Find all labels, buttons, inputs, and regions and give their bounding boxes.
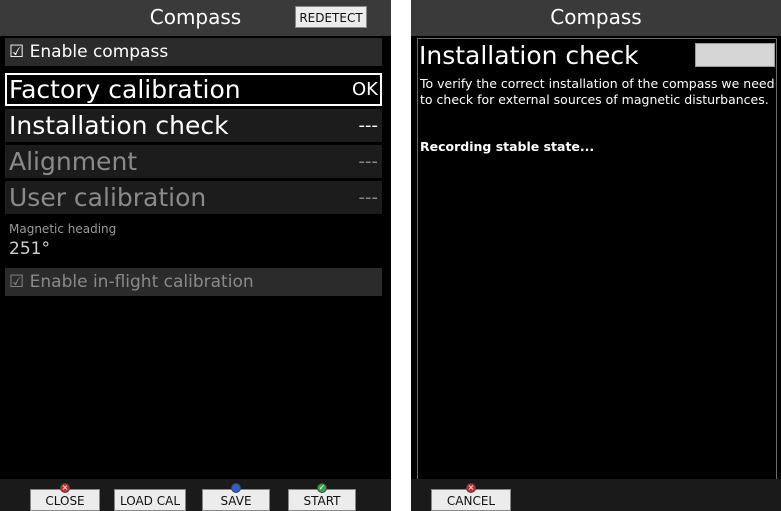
save-button-label: SAVE [220, 494, 252, 508]
start-button-label: START [303, 494, 341, 508]
save-button[interactable]: SAVE [202, 483, 270, 511]
installation-check-title: Installation check [419, 41, 639, 70]
enable-inflight-calibration-label: ☑ Enable in-flight calibration [9, 272, 254, 292]
close-key-icon: × [60, 483, 70, 493]
softkey-bar: × CANCEL [411, 479, 781, 511]
menu-item-label: Installation check [9, 111, 229, 140]
load-cal-button[interactable]: LOAD CAL [114, 489, 186, 511]
menu-item-label: Alignment [9, 147, 138, 176]
softkey-bar: × CLOSE LOAD CAL SAVE ✓ START [0, 479, 391, 511]
menu-item-status: --- [358, 115, 379, 136]
menu-item-user-calibration[interactable]: User calibration --- [5, 181, 382, 214]
cancel-key-icon: × [466, 483, 476, 493]
start-button[interactable]: ✓ START [288, 483, 356, 511]
compass-screen-right: Compass Installation check To verify the… [411, 0, 781, 511]
close-button[interactable]: × CLOSE [30, 483, 100, 511]
enable-compass-checkbox[interactable]: ☑ Enable compass [5, 38, 382, 66]
menu-item-status: --- [358, 151, 379, 172]
page-title: Compass [550, 5, 642, 29]
load-cal-button-label: LOAD CAL [119, 494, 181, 508]
installation-check-description: To verify the correct installation of th… [420, 76, 775, 107]
progress-indicator [695, 43, 775, 67]
magnetic-heading-label: Magnetic heading [9, 222, 117, 236]
save-key-icon [231, 483, 241, 493]
menu-item-status: --- [358, 187, 379, 208]
redetect-button[interactable]: REDETECT [295, 6, 367, 28]
magnetic-heading-value: 251° [9, 239, 50, 259]
cancel-button[interactable]: × CANCEL [431, 483, 511, 511]
menu-item-label: User calibration [9, 183, 207, 212]
close-button-label: CLOSE [45, 494, 85, 508]
menu-item-alignment[interactable]: Alignment --- [5, 145, 382, 178]
menu-item-label: Factory calibration [9, 75, 241, 104]
compass-screen-left: Compass REDETECT ☑ Enable compass Factor… [0, 0, 391, 511]
recording-status: Recording stable state... [420, 139, 595, 154]
cancel-button-label: CANCEL [446, 494, 496, 508]
start-key-icon: ✓ [317, 483, 327, 493]
title-bar: Compass REDETECT [0, 0, 391, 36]
title-bar: Compass [411, 0, 781, 36]
enable-compass-label: ☑ Enable compass [9, 42, 169, 62]
menu-item-factory-calibration[interactable]: Factory calibration OK [5, 73, 382, 106]
menu-item-installation-check[interactable]: Installation check --- [5, 109, 382, 142]
enable-inflight-calibration-checkbox[interactable]: ☑ Enable in-flight calibration [5, 268, 382, 296]
menu-item-status: OK [352, 79, 378, 100]
